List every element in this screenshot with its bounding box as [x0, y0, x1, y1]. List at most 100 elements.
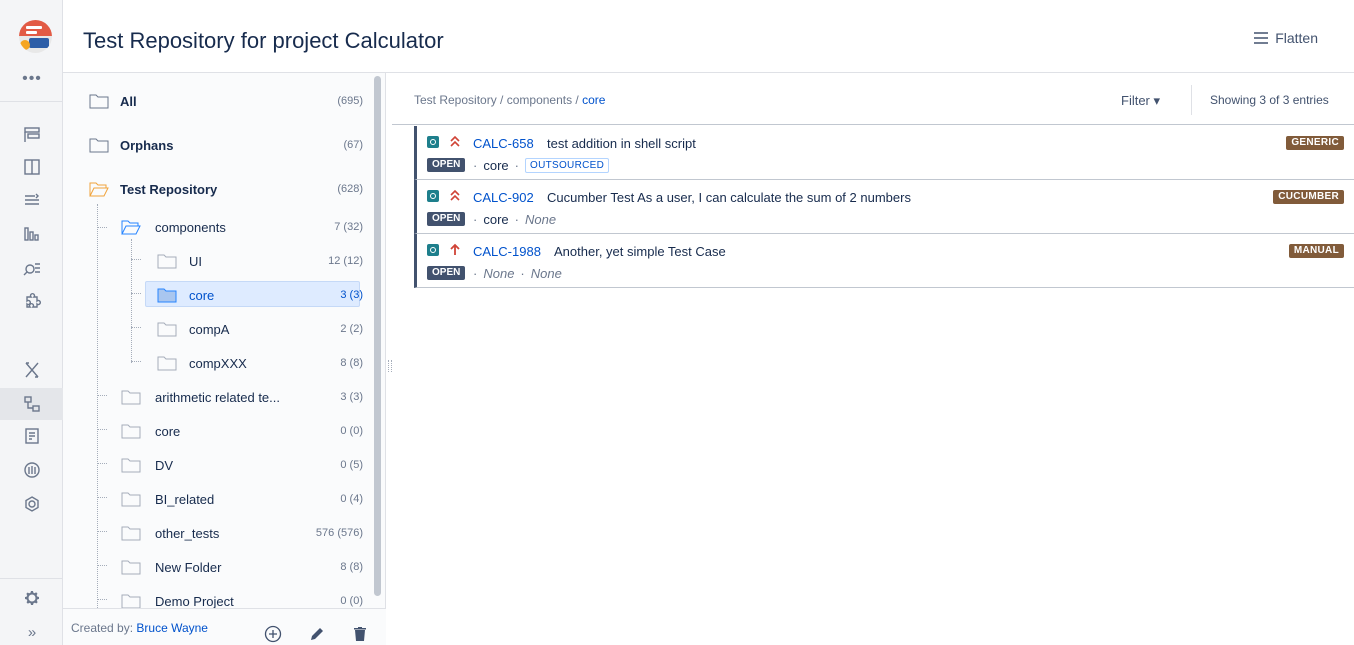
tree-item-components[interactable]: components 7 (32): [63, 212, 363, 242]
flatten-label: Flatten: [1275, 30, 1318, 46]
test-issue-type-icon: [427, 136, 439, 148]
issue-key[interactable]: CALC-658: [473, 136, 534, 151]
issue-meta: · core · OUTSOURCED: [473, 158, 610, 173]
list-toolbar: Test Repository / components / core Filt…: [392, 73, 1354, 125]
test-type-badge: CUCUMBER: [1273, 190, 1344, 204]
search-issues-icon[interactable]: [18, 254, 46, 282]
tree-item-count: 12 (12): [328, 255, 363, 267]
flatten-button[interactable]: Flatten: [1253, 30, 1318, 46]
tree-item-count: 0 (5): [340, 459, 363, 471]
folder-icon: [121, 560, 141, 575]
board-icon[interactable]: [18, 121, 46, 149]
backlog-icon[interactable]: [18, 186, 46, 214]
test-type-badge: GENERIC: [1286, 136, 1344, 150]
tree-item-arithmetic-related[interactable]: arithmetic related te... 3 (3): [63, 382, 363, 412]
test-list-item[interactable]: CALC-658 test addition in shell script G…: [414, 126, 1354, 180]
folder-icon: [121, 594, 141, 608]
tree-item-label: arithmetic related te...: [155, 390, 280, 405]
puzzle-icon[interactable]: [18, 288, 46, 316]
expand-sidebar-icon[interactable]: »: [18, 624, 46, 641]
tree-item-compxxx[interactable]: compXXX 8 (8): [63, 348, 363, 378]
folder-icon: [89, 94, 109, 109]
issue-label[interactable]: OUTSOURCED: [524, 158, 610, 173]
tree-item-count: 8 (8): [340, 561, 363, 573]
tree-item-core-selected[interactable]: core 3 (3): [63, 280, 363, 310]
test-list-item[interactable]: CALC-902 Cucumber Test As a user, I can …: [414, 180, 1354, 234]
app-logo-icon[interactable]: [19, 20, 52, 53]
coverage-icon[interactable]: [18, 456, 46, 484]
reports-icon[interactable]: [18, 220, 46, 248]
test-type-badge: MANUAL: [1288, 244, 1344, 258]
issue-label: None: [530, 266, 562, 281]
tree-item-orphans[interactable]: Orphans (67): [63, 130, 363, 160]
tree-item-label: New Folder: [155, 560, 222, 575]
tree-item-count: 0 (0): [340, 425, 363, 437]
tree-item-bi-related[interactable]: BI_related 0 (4): [63, 484, 363, 514]
tree-item-label: Demo Project: [155, 594, 234, 608]
issue-summary: test addition in shell script: [547, 136, 696, 151]
tree-item-compa[interactable]: compA 2 (2): [63, 314, 363, 344]
page-header: Test Repository for project Calculator F…: [63, 0, 1354, 73]
folder-open-icon: [121, 220, 141, 235]
tree-item-count: 0 (4): [340, 493, 363, 505]
hamburger-icon: [1254, 32, 1269, 44]
folder-icon: [121, 526, 141, 541]
tree-item-test-repository[interactable]: Test Repository (628): [63, 174, 363, 204]
priority-highest-icon: [450, 135, 460, 147]
filter-dropdown[interactable]: Filter ▾: [1121, 93, 1160, 109]
tree-item-label: All: [120, 94, 137, 109]
breadcrumb-root[interactable]: Test Repository: [414, 93, 497, 107]
test-issue-type-icon: [427, 244, 439, 256]
issue-summary: Cucumber Test As a user, I can calculate…: [547, 190, 911, 205]
folder-icon: [121, 424, 141, 439]
trash-icon: [354, 627, 366, 641]
tree-item-count: (67): [343, 139, 363, 151]
tree-scrollbar[interactable]: [374, 76, 381, 596]
columns-icon[interactable]: [18, 153, 46, 181]
status-badge: OPEN: [427, 266, 466, 280]
tree-item-new-folder[interactable]: New Folder 8 (8): [63, 552, 363, 582]
edit-folder-button[interactable]: [306, 623, 328, 645]
breadcrumb-current: core: [582, 93, 606, 107]
folder-icon: [157, 288, 177, 303]
folder-tree-panel: All (695) Orphans (67) Test Repository (…: [63, 73, 386, 645]
folder-icon: [157, 322, 177, 337]
tree-item-label: DV: [155, 458, 174, 473]
created-by-prefix: Created by:: [71, 621, 134, 635]
test-list-item[interactable]: CALC-1988 Another, yet simple Test Case …: [414, 234, 1354, 288]
settings-ring-icon[interactable]: [18, 490, 46, 518]
issue-key[interactable]: CALC-1988: [473, 244, 541, 259]
tree-item-count: 8 (8): [340, 357, 363, 369]
add-folder-button[interactable]: [262, 623, 284, 645]
folder-icon: [121, 458, 141, 473]
test-plan-icon[interactable]: [18, 422, 46, 450]
tree-item-label: compA: [189, 322, 230, 337]
tree-item-demo-project[interactable]: Demo Project 0 (0): [63, 586, 363, 608]
tree-item-label: core: [155, 424, 181, 439]
tree-item-count: 0 (0): [340, 595, 363, 607]
issue-summary: Another, yet simple Test Case: [554, 244, 726, 259]
tree-item-count: (695): [337, 95, 363, 107]
more-icon[interactable]: •••: [18, 70, 46, 88]
priority-high-icon: [450, 243, 460, 255]
gear-icon[interactable]: [18, 584, 46, 612]
folder-open-icon: [89, 182, 109, 197]
test-repository-icon[interactable]: [0, 388, 63, 420]
tree-item-all[interactable]: All (695): [63, 86, 363, 116]
xray-icon[interactable]: [18, 356, 46, 384]
created-by-user[interactable]: Bruce Wayne: [136, 621, 208, 635]
breadcrumb-separator: /: [496, 93, 507, 107]
issue-meta: · None · None: [473, 266, 562, 281]
status-badge: OPEN: [427, 212, 466, 226]
breadcrumb: Test Repository / components / core: [414, 93, 605, 107]
entries-count: Showing 3 of 3 entries: [1210, 93, 1329, 107]
tree-item-ui[interactable]: UI 12 (12): [63, 246, 363, 276]
tree-item-dv[interactable]: DV 0 (5): [63, 450, 363, 480]
issue-key[interactable]: CALC-902: [473, 190, 534, 205]
tree-item-count: (628): [337, 183, 363, 195]
breadcrumb-components[interactable]: components: [507, 93, 572, 107]
tree-item-other-tests[interactable]: other_tests 576 (576): [63, 518, 363, 548]
delete-folder-button[interactable]: [349, 623, 371, 645]
tree-item-core[interactable]: core 0 (0): [63, 416, 363, 446]
nav-rail: ••• »: [0, 0, 63, 645]
